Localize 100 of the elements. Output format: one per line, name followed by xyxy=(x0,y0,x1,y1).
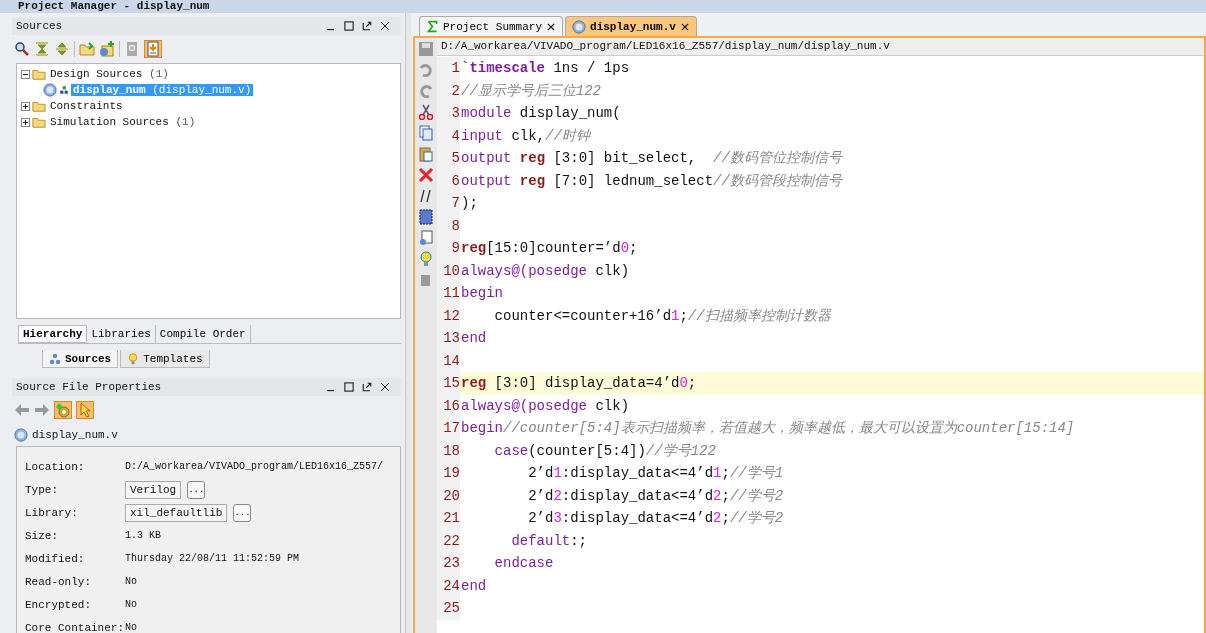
code-line: end xyxy=(460,329,487,348)
line-number: 12 xyxy=(437,304,460,327)
panel-tab[interactable]: Sources xyxy=(42,350,119,368)
window-title: Project Manager - display_num xyxy=(0,0,1206,13)
code-line: input clk,//时钟 xyxy=(460,126,590,146)
maximize-icon[interactable] xyxy=(343,381,355,393)
lightbulb-icon[interactable] xyxy=(418,251,434,267)
line-number: 19 xyxy=(437,462,460,485)
line-number: 11 xyxy=(437,282,460,305)
code-line: reg [3:0] display_data=4’d0; xyxy=(460,374,697,393)
panel-title: Source File Properties xyxy=(16,381,162,393)
line-number: 5 xyxy=(437,147,460,170)
line-number: 7 xyxy=(437,192,460,215)
code-line: case(counter[5:4])//学号122 xyxy=(493,441,716,461)
line-number: 24 xyxy=(437,574,460,597)
add-source-icon[interactable] xyxy=(99,41,115,57)
property-label: Core Container: xyxy=(25,621,125,633)
view-tab[interactable]: Libraries xyxy=(87,325,156,343)
line-number: 17 xyxy=(437,417,460,440)
line-number: 6 xyxy=(437,169,460,192)
code-line: 2’d2:display_data<=4’d2;//学号2 xyxy=(527,486,784,506)
property-label: Location: xyxy=(25,460,86,473)
comment-icon[interactable] xyxy=(418,188,434,204)
property-field[interactable]: Verilog xyxy=(125,480,182,499)
code-line: ); xyxy=(460,194,478,213)
close-icon[interactable] xyxy=(379,20,391,32)
view-tab[interactable]: Compile Order xyxy=(155,325,251,343)
property-label: Type: xyxy=(25,483,59,496)
view-tab[interactable]: Hierarchy xyxy=(18,325,88,343)
property-label: Encrypted: xyxy=(25,598,92,611)
paste-icon[interactable] xyxy=(418,146,434,162)
lightbulb-icon xyxy=(127,352,140,365)
code-line: output reg [3:0] bit_select, //数码管位控制信号 xyxy=(460,149,842,168)
code-line: 2’d1:display_data<=4’d1;//学号1 xyxy=(527,464,784,483)
close-icon[interactable] xyxy=(546,21,557,32)
line-number: 15 xyxy=(437,372,460,395)
expand-icon[interactable] xyxy=(21,117,30,127)
code-line: end xyxy=(460,576,487,596)
code-line: output reg [7:0] lednum_select//数码管段控制信号 xyxy=(460,171,842,191)
property-label: Library: xyxy=(25,506,79,519)
save-icon[interactable] xyxy=(418,41,434,57)
line-number: 8 xyxy=(437,214,460,237)
expand-icon[interactable] xyxy=(21,101,30,111)
code-line: default:; xyxy=(510,531,588,551)
maximize-icon[interactable] xyxy=(343,20,355,32)
back-arrow-icon[interactable] xyxy=(14,402,30,418)
property-field[interactable]: xil_defaultlib xyxy=(125,503,228,522)
search-icon[interactable] xyxy=(14,41,30,57)
folder-icon xyxy=(32,99,46,113)
cut-icon[interactable] xyxy=(418,104,434,120)
editor-tab[interactable]: Project Summary xyxy=(419,16,564,36)
expand-all-icon[interactable] xyxy=(54,41,70,57)
code-line: 2’d3:display_data<=4’d2;//学号2 xyxy=(527,509,784,528)
line-number: 3 xyxy=(437,102,460,125)
pointer-icon[interactable] xyxy=(77,402,93,418)
delete-icon[interactable] xyxy=(418,167,434,183)
line-number: 25 xyxy=(437,597,460,620)
undo-icon[interactable] xyxy=(418,62,434,78)
property-label: Size: xyxy=(25,529,59,542)
code-line: always@(posedge clk) xyxy=(460,396,630,416)
show-source-icon[interactable] xyxy=(145,41,161,57)
file-path: D:/A_workarea/VIVADO_program/LED16x16_Z557/display_num/display_num.v xyxy=(437,38,1204,56)
close-icon[interactable] xyxy=(679,21,690,32)
editor-tab[interactable]: display_num.v xyxy=(565,16,697,36)
tree-item[interactable]: Design Sources (1) xyxy=(48,68,171,80)
tree-item[interactable]: Simulation Sources (1) xyxy=(48,116,198,128)
browse-button[interactable]: ... xyxy=(187,480,206,499)
code-line: endcase xyxy=(493,554,554,573)
float-window-icon[interactable] xyxy=(361,20,373,32)
close-icon[interactable] xyxy=(379,381,391,393)
line-number: 18 xyxy=(437,439,460,462)
module-icon xyxy=(59,85,69,95)
folder-icon xyxy=(32,67,46,81)
forward-arrow-icon[interactable] xyxy=(34,402,50,418)
panel-tab[interactable]: Templates xyxy=(120,350,210,368)
line-number: 9 xyxy=(437,237,460,260)
line-number: 23 xyxy=(437,552,460,575)
select-block-icon[interactable] xyxy=(418,209,434,225)
file-name: display_num.v xyxy=(32,429,118,441)
line-number: 14 xyxy=(437,349,460,372)
code-line: reg[15:0]counter=’d0; xyxy=(460,239,638,258)
property-label: Modified: xyxy=(25,552,86,565)
tree-item[interactable]: Constraints xyxy=(48,100,125,112)
line-number: 1 xyxy=(437,57,460,80)
add-folder-icon[interactable] xyxy=(79,41,95,57)
line-number: 21 xyxy=(437,507,460,530)
code-line: begin//counter[5:4]表示扫描频率，若值越大，频率越低，最大可以设置为counter[15:14] xyxy=(460,419,1075,438)
float-window-icon[interactable] xyxy=(361,381,373,393)
property-value: No xyxy=(125,622,137,633)
copy-icon[interactable] xyxy=(418,125,434,141)
line-number: 16 xyxy=(437,394,460,417)
property-value: No xyxy=(125,599,137,610)
line-number: 22 xyxy=(437,529,460,552)
browse-button[interactable]: ... xyxy=(233,503,252,522)
folder-icon xyxy=(32,115,46,129)
line-number: 10 xyxy=(437,259,460,282)
panel-title: Sources xyxy=(16,20,63,32)
redo-icon[interactable] xyxy=(418,83,434,99)
property-value: D:/A_workarea/VIVADO_program/LED16x16_Z557/ xyxy=(125,461,384,472)
collapse-icon[interactable] xyxy=(21,69,30,79)
